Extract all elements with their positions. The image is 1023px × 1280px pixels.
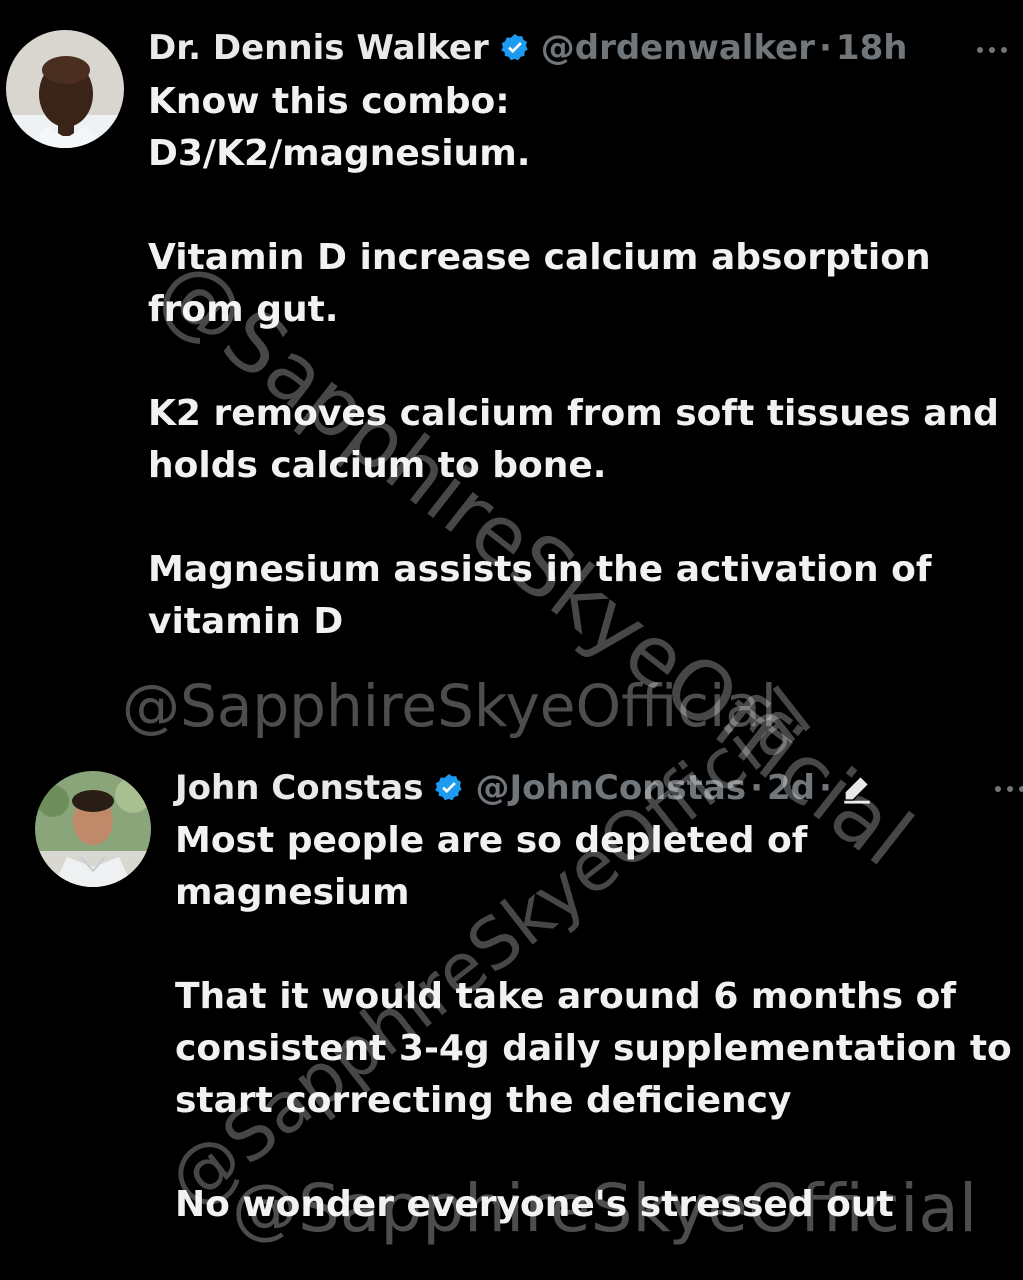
avatar[interactable] [35, 771, 151, 887]
post-paragraph: Magnesium assists in the activation of v… [148, 549, 945, 642]
post-time[interactable]: 2d [767, 768, 815, 808]
author-handle[interactable]: @JohnConstas [475, 768, 746, 808]
post-text: Most people are so depleted of magnesium… [175, 815, 1015, 1231]
author-name[interactable]: John Constas [175, 768, 423, 808]
verified-badge-icon [433, 772, 465, 804]
post-header: John Constas @JohnConstas · 2d · [175, 766, 874, 810]
author-handle[interactable]: @drdenwalker [541, 28, 815, 68]
post-paragraph: No wonder everyone's stressed out [175, 1184, 894, 1225]
more-options-icon[interactable] [972, 42, 1012, 56]
separator-dot: · [818, 28, 832, 68]
more-options-icon[interactable] [990, 781, 1023, 795]
post-paragraph: That it would take around 6 months of co… [175, 976, 1012, 1121]
post-dennis-walker[interactable]: Dr. Dennis Walker @drdenwalker · 18h Kno… [0, 0, 1023, 680]
watermark-text: @SapphireSkyeOfficial [122, 672, 777, 740]
post-paragraph: Most people are so depleted of magnesium [175, 820, 820, 913]
post-paragraph: Know this combo: D3/K2/magnesium. [148, 81, 531, 174]
post-text: Know this combo: D3/K2/magnesium. Vitami… [148, 76, 1018, 648]
post-paragraph: Vitamin D increase calcium absorption fr… [148, 237, 944, 330]
post-header: Dr. Dennis Walker @drdenwalker · 18h [148, 26, 907, 70]
verified-badge-icon [499, 32, 531, 64]
post-john-constas[interactable]: John Constas @JohnConstas · 2d · Most pe… [0, 745, 1023, 1265]
author-name[interactable]: Dr. Dennis Walker [148, 28, 489, 68]
post-paragraph: K2 removes calcium from soft tissues and… [148, 393, 1012, 486]
edit-pencil-icon[interactable] [840, 771, 874, 805]
separator-dot: · [818, 768, 832, 808]
separator-dot: · [750, 768, 763, 808]
avatar[interactable] [6, 30, 124, 148]
post-time[interactable]: 18h [836, 28, 908, 68]
